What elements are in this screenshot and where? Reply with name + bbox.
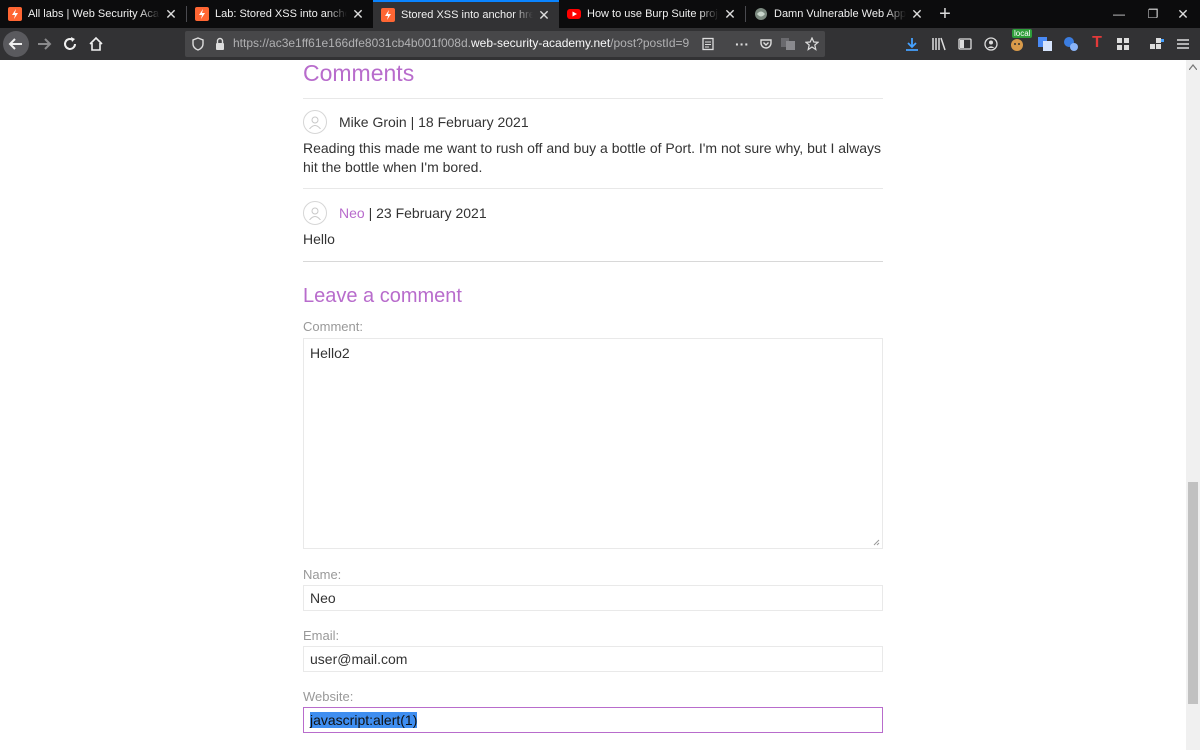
- navigation-toolbar: https://ac3e1ff61e166dfe8031cb4b001f008d…: [0, 28, 1200, 60]
- comment-text: Reading this made me want to rush off an…: [303, 140, 882, 175]
- library-icon[interactable]: [930, 35, 948, 53]
- website-input-value: javascript:alert(1): [310, 712, 418, 728]
- close-tab-icon[interactable]: ✕: [723, 6, 737, 23]
- url-host: web-security-academy.net: [471, 36, 611, 50]
- reader-view-icon[interactable]: [699, 35, 717, 53]
- close-tab-icon[interactable]: ✕: [164, 6, 178, 23]
- translate-icon[interactable]: [779, 35, 797, 53]
- close-tab-icon[interactable]: ✕: [910, 6, 924, 23]
- tab-youtube[interactable]: How to use Burp Suite projects ✕: [559, 0, 745, 28]
- portswigger-favicon-icon: [8, 7, 22, 21]
- scrollbar-thumb[interactable]: [1188, 482, 1198, 704]
- resize-handle-icon[interactable]: [873, 539, 880, 546]
- tab-title: Lab: Stored XSS into anchor href attribu…: [215, 8, 347, 20]
- extension-badge: local: [1012, 29, 1033, 38]
- comment-textarea[interactable]: Hello2: [303, 338, 883, 549]
- extension-translate-icon[interactable]: [1036, 35, 1054, 53]
- minimize-icon[interactable]: —: [1102, 0, 1136, 28]
- home-icon[interactable]: [83, 31, 109, 57]
- tab-title: How to use Burp Suite projects: [587, 8, 719, 20]
- extensions-overflow-icon[interactable]: [1148, 35, 1166, 53]
- url-path: /post?postId=9: [610, 36, 690, 50]
- name-input[interactable]: Neo: [303, 585, 883, 611]
- tab-dvwa[interactable]: Damn Vulnerable Web App (DVWA) ✕: [746, 0, 932, 28]
- avatar-icon: [303, 201, 327, 225]
- pocket-icon[interactable]: [757, 35, 775, 53]
- new-tab-icon[interactable]: +: [934, 3, 956, 25]
- youtube-favicon-icon: [567, 7, 581, 21]
- downloads-icon[interactable]: [903, 35, 921, 53]
- tab-all-labs[interactable]: All labs | Web Security Academy ✕: [0, 0, 186, 28]
- sidebar-icon[interactable]: [956, 35, 974, 53]
- page-actions-icon[interactable]: ···: [733, 35, 751, 53]
- comment-label: Comment:: [303, 319, 363, 334]
- email-input-value: user@mail.com: [310, 651, 408, 667]
- portswigger-favicon-icon: [381, 8, 395, 22]
- url-prefix: https://ac3e1ff61e166dfe8031cb4b001f008d…: [233, 36, 471, 50]
- divider: [303, 261, 883, 262]
- email-label: Email:: [303, 628, 340, 643]
- url-text[interactable]: https://ac3e1ff61e166dfe8031cb4b001f008d…: [233, 36, 689, 50]
- hamburger-menu-icon[interactable]: [1174, 35, 1192, 53]
- extension-monkey-icon[interactable]: local: [1008, 29, 1033, 53]
- comment-author-link[interactable]: Neo: [339, 205, 365, 221]
- forward-icon[interactable]: [31, 31, 57, 57]
- tab-stored-xss[interactable]: Stored XSS into anchor href attribute ✕: [373, 0, 559, 28]
- comment-header: Mike Groin | 18 February 2021: [303, 110, 529, 134]
- extension-translator-icon[interactable]: [1062, 35, 1080, 53]
- scroll-up-icon[interactable]: [1189, 64, 1197, 70]
- tab-title: Stored XSS into anchor href attribute: [401, 9, 533, 21]
- comments-heading: Comments: [303, 60, 415, 86]
- reload-icon[interactable]: [57, 31, 83, 57]
- divider: [303, 188, 883, 189]
- name-input-value: Neo: [310, 590, 336, 606]
- window-close-icon[interactable]: ✕: [1166, 0, 1200, 28]
- extension-t-icon[interactable]: T: [1088, 34, 1106, 52]
- email-input[interactable]: user@mail.com: [303, 646, 883, 672]
- url-bar[interactable]: https://ac3e1ff61e166dfe8031cb4b001f008d…: [185, 31, 825, 57]
- tab-title: Damn Vulnerable Web App (DVWA): [774, 8, 906, 20]
- close-tab-icon[interactable]: ✕: [351, 6, 365, 23]
- name-label: Name:: [303, 567, 342, 582]
- account-icon[interactable]: [982, 35, 1000, 53]
- comment-author: Mike Groin: [339, 114, 407, 130]
- website-label: Website:: [303, 689, 354, 704]
- tab-strip: All labs | Web Security Academy ✕ Lab: S…: [0, 0, 1200, 28]
- comment-text: Hello: [303, 231, 335, 247]
- close-tab-icon[interactable]: ✕: [537, 7, 551, 24]
- portswigger-favicon-icon: [195, 7, 209, 21]
- comment-date: | 23 February 2021: [368, 205, 487, 221]
- page-scrollbar[interactable]: [1186, 60, 1200, 750]
- comment-header: Neo | 23 February 2021: [303, 201, 487, 225]
- tracking-protection-icon[interactable]: [189, 35, 207, 53]
- tab-lab[interactable]: Lab: Stored XSS into anchor href attribu…: [187, 0, 373, 28]
- extension-grid-icon[interactable]: [1114, 35, 1132, 53]
- lock-icon[interactable]: [211, 35, 229, 53]
- comment-date: | 18 February 2021: [410, 114, 529, 130]
- leave-comment-heading: Leave a comment: [303, 285, 462, 307]
- comment-textarea-value: Hello2: [310, 345, 350, 361]
- tab-title: All labs | Web Security Academy: [28, 8, 160, 20]
- restore-icon[interactable]: ❐: [1136, 0, 1170, 28]
- back-icon[interactable]: [3, 31, 29, 57]
- website-input[interactable]: javascript:alert(1): [303, 707, 883, 733]
- divider: [303, 98, 883, 99]
- avatar-icon: [303, 110, 327, 134]
- bookmark-star-icon[interactable]: [803, 35, 821, 53]
- dvwa-favicon-icon: [754, 7, 768, 21]
